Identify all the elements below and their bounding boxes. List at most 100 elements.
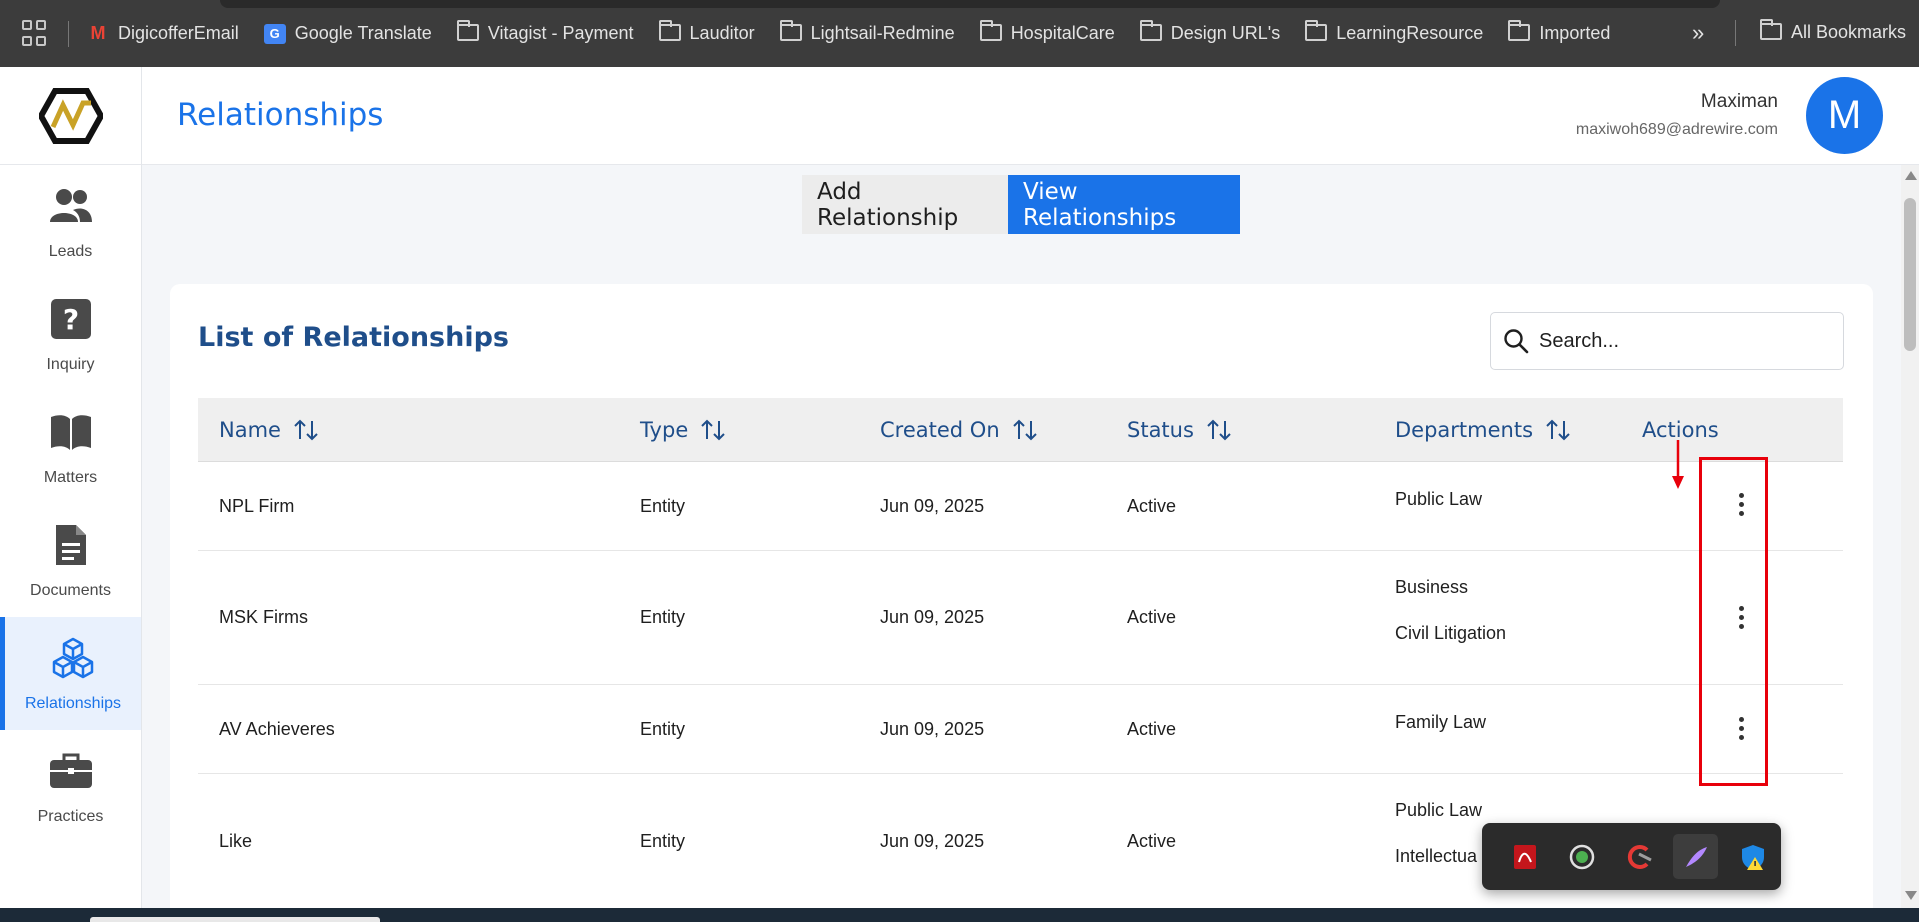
- sidebar: Leads ? Inquiry Matters Documents Relati…: [0, 67, 142, 922]
- bookmark-imported[interactable]: Imported: [1508, 19, 1611, 44]
- scroll-down-arrow-icon[interactable]: [1905, 891, 1917, 900]
- apps-grid-icon[interactable]: [22, 19, 50, 48]
- cell-status: Active: [1127, 496, 1177, 516]
- page-header: Relationships Maximan maxiwoh689@adrewir…: [142, 67, 1919, 165]
- cell-department: Business: [1395, 577, 1469, 597]
- sidebar-item-label: Documents: [30, 581, 111, 599]
- folder-icon: [1139, 19, 1162, 44]
- bookmarks-divider: [1735, 20, 1736, 46]
- cell-status: Active: [1127, 607, 1177, 627]
- app-logo[interactable]: [0, 67, 141, 165]
- annotation-highlight-box: [1699, 457, 1768, 786]
- sidebar-item-label: Leads: [48, 242, 93, 260]
- bookmark-label: LearningResource: [1336, 23, 1484, 43]
- sidebar-item-label: Relationships: [24, 694, 122, 712]
- bookmark-google-translate[interactable]: G Google Translate: [263, 23, 432, 44]
- sort-icon[interactable]: [1206, 419, 1232, 441]
- column-label: Type: [640, 418, 689, 442]
- sidebar-item-relationships[interactable]: Relationships: [0, 617, 141, 730]
- bookmark-lightsail-redmine[interactable]: Lightsail-Redmine: [779, 19, 955, 44]
- cell-department: Civil Litigation: [1395, 623, 1507, 643]
- bookmark-label: Imported: [1539, 23, 1611, 43]
- sidebar-item-documents[interactable]: Documents: [0, 504, 141, 617]
- cell-created-on: Jun 09, 2025: [880, 831, 985, 851]
- bookmark-label: Design URL's: [1170, 23, 1281, 43]
- sort-icon[interactable]: [293, 419, 319, 441]
- system-tray-popup: [1482, 823, 1781, 890]
- question-icon: ?: [48, 296, 94, 342]
- feather-icon[interactable]: [1673, 834, 1718, 879]
- table-row: NPL Firm Entity Jun 09, 2025 Active Publ…: [198, 462, 1843, 551]
- page-scrollbar[interactable]: [1901, 165, 1919, 908]
- column-header-name[interactable]: Name: [219, 418, 319, 442]
- column-header-departments[interactable]: Departments: [1395, 418, 1571, 442]
- bookmark-hospitalcare[interactable]: HospitalCare: [979, 19, 1115, 44]
- column-header-status[interactable]: Status: [1127, 418, 1232, 442]
- annotation-arrow-icon: [1672, 440, 1684, 489]
- page-title: Relationships: [177, 97, 384, 133]
- sidebar-item-label: Matters: [43, 468, 98, 486]
- bookmark-label: Lauditor: [689, 23, 755, 43]
- briefcase-icon: [48, 748, 94, 794]
- svg-text:?: ?: [62, 303, 78, 336]
- defender-icon[interactable]: [1730, 834, 1775, 879]
- cell-department: Family Law: [1395, 712, 1487, 732]
- ccleaner-icon[interactable]: [1616, 834, 1661, 879]
- cell-name: AV Achieveres: [219, 719, 335, 739]
- cell-status: Active: [1127, 831, 1177, 851]
- bookmark-label: HospitalCare: [1010, 23, 1115, 43]
- column-header-actions: Actions: [1642, 418, 1719, 442]
- column-label: Created On: [880, 418, 1000, 442]
- book-icon: [48, 409, 94, 455]
- sidebar-item-leads[interactable]: Leads: [0, 165, 141, 278]
- column-header-type[interactable]: Type: [640, 418, 726, 442]
- search-box[interactable]: [1490, 312, 1844, 370]
- folder-icon: [779, 19, 802, 44]
- folder-icon: [456, 19, 479, 44]
- windows-taskbar-edge: [0, 908, 1919, 922]
- bookmark-vitagist-payment[interactable]: Vitagist - Payment: [456, 19, 634, 44]
- document-icon: [48, 522, 94, 568]
- scroll-up-arrow-icon[interactable]: [1905, 171, 1917, 180]
- sort-icon[interactable]: [1545, 419, 1571, 441]
- bookmark-learningresource[interactable]: LearningResource: [1305, 19, 1484, 44]
- scrollbar-thumb[interactable]: [1904, 198, 1916, 351]
- bookmark-lauditor[interactable]: Lauditor: [658, 19, 755, 44]
- sidebar-item-matters[interactable]: Matters: [0, 391, 141, 504]
- search-input[interactable]: [1539, 329, 1829, 353]
- sidebar-item-label: Inquiry: [46, 355, 95, 373]
- view-relationships-button[interactable]: View Relationships: [1008, 175, 1240, 234]
- sort-icon[interactable]: [1012, 419, 1038, 441]
- bookmark-label: Google Translate: [294, 23, 432, 43]
- pdf-icon[interactable]: [1502, 834, 1547, 879]
- cell-type: Entity: [640, 831, 686, 851]
- bookmark-digicofferemail[interactable]: M DigicofferEmail: [87, 23, 239, 44]
- sidebar-item-inquiry[interactable]: ? Inquiry: [0, 278, 141, 391]
- folder-icon: [1508, 19, 1531, 44]
- add-relationship-button[interactable]: Add Relationship: [802, 175, 1008, 234]
- folder-icon: [658, 19, 681, 44]
- bookmark-design-urls[interactable]: Design URL's: [1139, 19, 1281, 44]
- sort-icon[interactable]: [700, 419, 726, 441]
- column-label: Actions: [1642, 418, 1719, 442]
- cell-type: Entity: [640, 607, 686, 627]
- cell-department: Public Law: [1395, 489, 1483, 509]
- cell-status: Active: [1127, 719, 1177, 739]
- table-row: AV Achieveres Entity Jun 09, 2025 Active…: [198, 685, 1843, 774]
- avatar[interactable]: M: [1806, 77, 1883, 154]
- more-bookmarks-chevron-icon[interactable]: »: [1692, 20, 1704, 46]
- logo-icon: [38, 87, 103, 144]
- bookmark-label: Lightsail-Redmine: [810, 23, 955, 43]
- user-name: Maximan: [1700, 91, 1778, 112]
- column-header-created-on[interactable]: Created On: [880, 418, 1038, 442]
- cell-created-on: Jun 09, 2025: [880, 719, 985, 739]
- bookmark-label: Vitagist - Payment: [487, 23, 634, 43]
- folder-icon: [1760, 18, 1782, 43]
- all-bookmarks-button[interactable]: All Bookmarks: [1760, 18, 1906, 43]
- cell-department: Intellectua: [1395, 846, 1478, 866]
- cell-type: Entity: [640, 496, 686, 516]
- record-icon[interactable]: [1559, 834, 1604, 879]
- cell-department: Public Law: [1395, 800, 1483, 820]
- cell-created-on: Jun 09, 2025: [880, 607, 985, 627]
- sidebar-item-practices[interactable]: Practices: [0, 730, 141, 843]
